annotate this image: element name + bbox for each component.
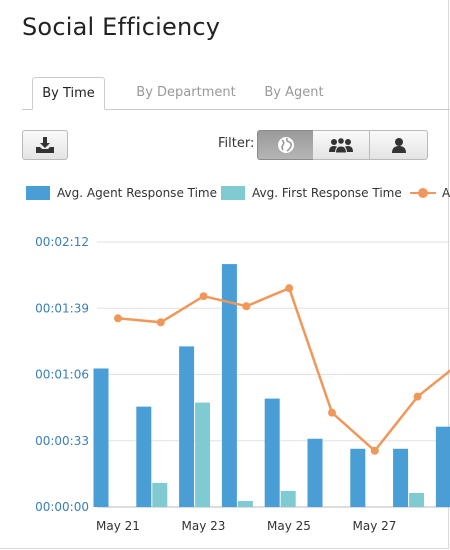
bar-agent-response xyxy=(179,346,195,507)
bar-first-response xyxy=(195,402,211,507)
legend-swatch-first-response xyxy=(221,186,245,200)
point-third-series xyxy=(114,314,122,323)
y-tick-label: 00:02:12 xyxy=(35,235,89,249)
legend-item-first-response[interactable]: Avg. First Response Time xyxy=(221,186,402,200)
x-tick-label: May 27 xyxy=(353,519,397,533)
response-time-chart: 00:00:00 00:00:33 00:01:06 00:01:39 00:02:12… xyxy=(35,235,450,533)
bar-agent-response xyxy=(136,406,152,507)
line-third-series xyxy=(117,286,450,453)
point-third-series xyxy=(413,392,422,401)
legend-label-third-series: A xyxy=(442,186,450,200)
bar-agent-response xyxy=(393,448,409,507)
tab-bar: By Time By Department By Agent xyxy=(22,77,450,110)
bar-first-response xyxy=(237,500,253,507)
y-tick-label: 00:00:00 xyxy=(35,500,89,514)
filter-agent-button[interactable] xyxy=(370,130,428,160)
point-third-series xyxy=(285,284,294,293)
x-tick-label: May 25 xyxy=(267,519,311,533)
chart-legend: Avg. Agent Response Time Avg. First Resp… xyxy=(26,186,450,206)
bar-first-response xyxy=(152,482,168,507)
filter-label: Filter: xyxy=(218,136,255,151)
x-tick-label: May 21 xyxy=(96,519,140,533)
filter-all-button[interactable] xyxy=(257,130,314,160)
legend-swatch-third-series xyxy=(410,186,436,200)
y-tick-label: 00:01:39 xyxy=(35,301,89,315)
legend-swatch-agent-response xyxy=(26,186,50,200)
tab-by-time[interactable]: By Time xyxy=(32,77,105,110)
point-third-series xyxy=(370,446,379,455)
bar-first-response xyxy=(280,490,296,507)
x-tick-label: May 23 xyxy=(182,519,226,533)
y-tick-label: 00:01:06 xyxy=(35,368,89,382)
bar-agent-response xyxy=(307,438,323,507)
bar-agent-response xyxy=(350,448,366,507)
legend-label-agent-response: Avg. Agent Response Time xyxy=(57,186,218,200)
filter-department-button[interactable] xyxy=(313,130,370,160)
tab-by-department[interactable]: By Department xyxy=(127,77,245,109)
bar-agent-response xyxy=(264,398,280,507)
download-tray-icon xyxy=(36,137,54,153)
legend-label-first-response: Avg. First Response Time xyxy=(252,186,402,200)
y-tick-label: 00:00:33 xyxy=(35,434,89,448)
bar-agent-response xyxy=(93,368,109,507)
legend-item-agent-response[interactable]: Avg. Agent Response Time xyxy=(26,186,217,200)
point-third-series xyxy=(328,408,336,417)
page-title: Social Efficiency xyxy=(22,13,221,41)
tab-by-agent[interactable]: By Agent xyxy=(254,77,334,109)
bar-agent-response xyxy=(435,426,450,507)
group-icon xyxy=(329,137,353,153)
download-button[interactable] xyxy=(22,130,68,160)
point-third-series xyxy=(156,318,165,327)
point-third-series xyxy=(199,292,208,301)
person-icon xyxy=(391,138,406,153)
globe-icon xyxy=(277,137,294,153)
legend-item-third-series[interactable]: A xyxy=(410,186,450,200)
point-third-series xyxy=(242,302,251,311)
bar-first-response xyxy=(409,492,425,507)
